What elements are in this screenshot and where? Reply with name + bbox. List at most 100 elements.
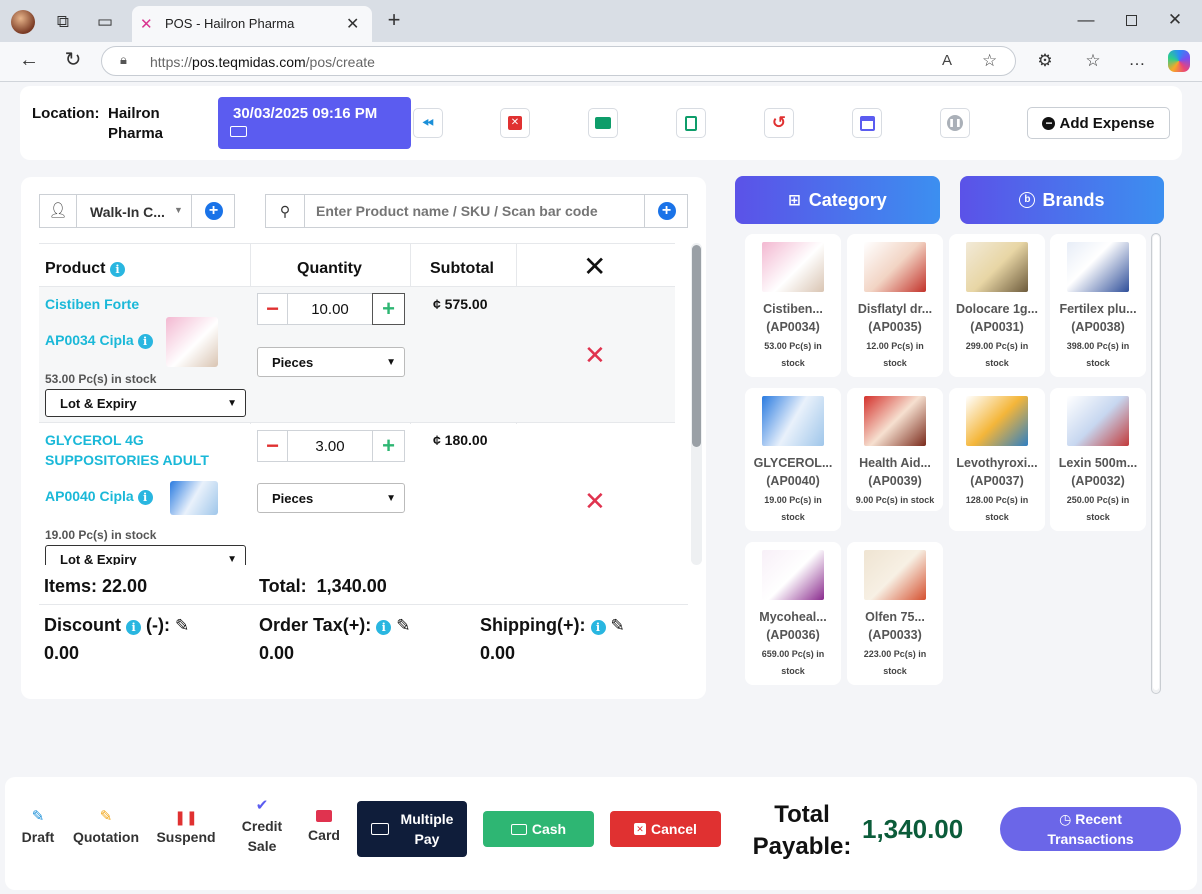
product-card-code: (AP0031) bbox=[970, 320, 1024, 334]
recent-transactions-button[interactable]: ◷ Recent Transactions bbox=[1000, 807, 1181, 851]
address-bar[interactable]: 🔒︎ https://pos.teqmidas.com/pos/create A… bbox=[101, 46, 1016, 76]
multiple-pay-button[interactable]: Multiple Pay bbox=[357, 801, 467, 857]
copilot-icon[interactable] bbox=[1168, 50, 1190, 72]
more-menu-icon[interactable]: … bbox=[1126, 50, 1148, 70]
product-card-code: (AP0040) bbox=[766, 474, 820, 488]
new-tab-icon[interactable]: + bbox=[382, 9, 406, 31]
back-icon[interactable]: ← bbox=[18, 50, 40, 70]
tab-close-icon[interactable]: ✕ bbox=[346, 14, 359, 34]
cash-button[interactable]: Cash bbox=[483, 811, 594, 847]
cart-scrollbar[interactable] bbox=[691, 243, 702, 565]
remove-row-icon[interactable]: ✕ bbox=[584, 340, 606, 371]
suspend-button[interactable]: ❚❚ Suspend bbox=[151, 808, 221, 848]
shipping-edit-icon[interactable]: ✎ bbox=[611, 616, 625, 635]
tax-edit-icon[interactable]: ✎ bbox=[396, 616, 410, 635]
credit-sale-button[interactable]: ✔ Credit Sale bbox=[236, 796, 288, 856]
row-product-name-line1[interactable]: GLYCEROL 4G bbox=[45, 432, 144, 448]
remove-row-icon[interactable]: ✕ bbox=[584, 486, 606, 517]
decrement-button[interactable]: − bbox=[257, 430, 288, 462]
product-search-input[interactable] bbox=[308, 197, 638, 225]
product-card-name: Mycoheal... bbox=[759, 610, 827, 624]
profile-avatar[interactable] bbox=[11, 10, 35, 34]
read-aloud-icon[interactable]: A bbox=[942, 52, 952, 69]
card-button[interactable]: Card bbox=[303, 808, 345, 846]
discount-edit-icon[interactable]: ✎ bbox=[175, 616, 189, 635]
browser-tab[interactable]: ✕ POS - Hailron Pharma ✕ bbox=[132, 6, 372, 42]
extensions-icon[interactable]: ⚙ bbox=[1034, 51, 1056, 71]
quantity-input[interactable]: 10.00 bbox=[287, 293, 373, 325]
row-info-icon[interactable]: i bbox=[137, 490, 153, 505]
product-card-stock: 223.00 Pc(s) in bbox=[863, 649, 927, 659]
unit-select[interactable]: Pieces ▼ bbox=[257, 483, 405, 513]
product-card-stock-unit: stock bbox=[985, 512, 1009, 522]
product-card-name: Disflatyl dr... bbox=[857, 302, 933, 316]
product-info-icon[interactable]: i bbox=[109, 262, 125, 277]
product-card[interactable]: GLYCEROL... (AP0040) 19.00 Pc(s) in stock bbox=[745, 388, 841, 531]
calculator-button[interactable] bbox=[676, 108, 706, 138]
tab-actions-icon[interactable]: ▭ bbox=[94, 12, 116, 32]
minimize-icon[interactable]: — bbox=[1076, 10, 1096, 30]
clear-all-icon[interactable]: ✕ bbox=[583, 250, 606, 283]
datetime-badge[interactable]: 30/03/2025 09:16 PM bbox=[218, 97, 411, 149]
close-register-button[interactable]: ✕ bbox=[500, 108, 530, 138]
undo-button[interactable]: ↺ bbox=[764, 108, 794, 138]
product-grid-scrollbar-thumb[interactable] bbox=[1153, 235, 1159, 690]
rewind-button[interactable]: ⏪︎ bbox=[413, 108, 443, 138]
subtotal-column-header: Subtotal bbox=[430, 260, 494, 277]
discount-info-icon[interactable]: i bbox=[126, 620, 142, 635]
keyboard-icon bbox=[230, 126, 247, 137]
increment-button[interactable]: + bbox=[372, 430, 405, 462]
product-card[interactable]: Dolocare 1g... (AP0031) 299.00 Pc(s) in sto… bbox=[949, 234, 1045, 377]
product-card[interactable]: Levothyroxi... (AP0037) 128.00 Pc(s) in sto… bbox=[949, 388, 1045, 531]
lot-expiry-select[interactable]: Lot & Expiry ▼ bbox=[45, 545, 246, 565]
product-card[interactable]: Olfen 75... (AP0033) 223.00 Pc(s) in stock bbox=[847, 542, 943, 685]
add-customer-icon[interactable]: + bbox=[191, 195, 235, 227]
product-card-stock-unit: stock bbox=[985, 358, 1009, 368]
product-card[interactable]: Lexin 500m... (AP0032) 250.00 Pc(s) in stoc… bbox=[1050, 388, 1146, 531]
product-card-name: Fertilex plu... bbox=[1059, 302, 1137, 316]
row-product-name-line2[interactable]: SUPPOSITORIES ADULT bbox=[45, 452, 209, 468]
refresh-icon[interactable]: ↻ bbox=[62, 50, 84, 70]
check-icon: ✔ bbox=[255, 797, 269, 814]
tax-info-icon[interactable]: i bbox=[376, 620, 392, 635]
increment-button[interactable]: + bbox=[372, 293, 405, 325]
money-icon bbox=[370, 823, 389, 835]
product-card[interactable]: Health Aid... (AP0039) 9.00 Pc(s) in stock bbox=[847, 388, 943, 511]
pause-button[interactable]: ❚❚ bbox=[940, 108, 970, 138]
product-grid-scrollbar[interactable] bbox=[1151, 233, 1161, 694]
window-button[interactable] bbox=[852, 108, 882, 138]
chevron-down-icon: ▼ bbox=[386, 492, 396, 504]
cancel-button[interactable]: ✕ Cancel bbox=[610, 811, 721, 847]
pause-icon: ❚❚ bbox=[947, 115, 963, 131]
brands-tab[interactable]: b Brands bbox=[960, 176, 1164, 224]
unit-select[interactable]: Pieces ▼ bbox=[257, 347, 405, 377]
product-card-stock-unit: stock bbox=[1086, 512, 1110, 522]
product-card[interactable]: Fertilex plu... (AP0038) 398.00 Pc(s) in st… bbox=[1050, 234, 1146, 377]
location-name-line1: Hailron bbox=[108, 105, 160, 122]
draft-button[interactable]: ✎ Draft bbox=[16, 808, 60, 848]
lot-expiry-select[interactable]: Lot & Expiry ▼ bbox=[45, 389, 246, 417]
maximize-icon[interactable] bbox=[1126, 15, 1137, 26]
row-info-icon[interactable]: i bbox=[137, 334, 153, 349]
product-card[interactable]: Disflatyl dr... (AP0035) 12.00 Pc(s) in sto… bbox=[847, 234, 943, 377]
favorite-star-icon[interactable]: ☆ bbox=[982, 51, 997, 71]
product-card-stock-unit: stock bbox=[883, 358, 907, 368]
close-window-icon[interactable]: ✕ bbox=[1165, 10, 1185, 30]
customer-selector[interactable]: 👤︎ Walk-In C... ▼ + bbox=[39, 194, 235, 228]
favorites-icon[interactable]: ☆ bbox=[1082, 51, 1104, 71]
product-card[interactable]: Cistiben... (AP0034) 53.00 Pc(s) in stock bbox=[745, 234, 841, 377]
brand-b-icon: b bbox=[1019, 192, 1036, 208]
product-card-name: Health Aid... bbox=[859, 456, 931, 470]
product-card[interactable]: Mycoheal... (AP0036) 659.00 Pc(s) in stock bbox=[745, 542, 841, 685]
row-product-name[interactable]: Cistiben Forte bbox=[45, 296, 139, 312]
quotation-button[interactable]: ✎ Quotation bbox=[68, 808, 144, 848]
category-tab[interactable]: ⊞ Category bbox=[735, 176, 940, 224]
workspaces-icon[interactable]: ⧉ bbox=[52, 12, 74, 32]
add-expense-button[interactable]: − Add Expense bbox=[1027, 107, 1170, 139]
briefcase-button[interactable] bbox=[588, 108, 618, 138]
quantity-input[interactable]: 3.00 bbox=[287, 430, 373, 462]
add-product-icon[interactable]: + bbox=[644, 195, 688, 227]
shipping-info-icon[interactable]: i bbox=[590, 620, 606, 635]
decrement-button[interactable]: − bbox=[257, 293, 288, 325]
cart-scrollbar-thumb[interactable] bbox=[692, 245, 701, 447]
